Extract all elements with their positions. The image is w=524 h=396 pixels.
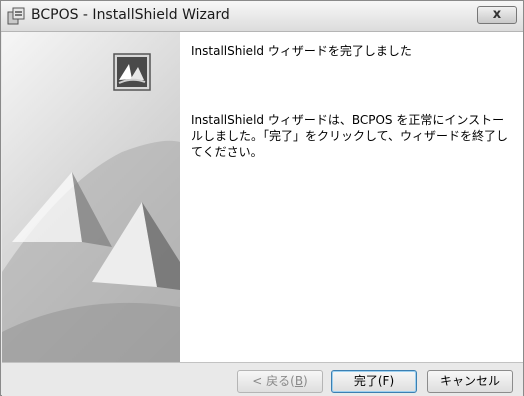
wizard-footer: < 戻る(B) 完了(F) キャンセル — [2, 362, 523, 396]
cancel-button-label: キャンセル — [439, 374, 500, 388]
close-icon: x — [492, 7, 502, 22]
title-bar[interactable]: BCPOS - InstallShield Wizard x — [1, 1, 523, 32]
installer-app-icon — [7, 7, 25, 25]
back-button-label-prefix: < 戻る( — [252, 374, 295, 388]
installshield-window: BCPOS - InstallShield Wizard x InstallSh… — [0, 0, 524, 396]
back-button-label-suffix: ) — [303, 374, 308, 388]
installshield-logo-icon — [113, 53, 151, 91]
completion-heading: InstallShield ウィザードを完了しました — [191, 44, 412, 58]
banner-artwork — [2, 140, 180, 362]
wizard-content-panel: InstallShield ウィザードを完了しました InstallShield… — [180, 32, 523, 362]
cancel-button[interactable]: キャンセル — [427, 370, 513, 393]
finish-button[interactable]: 完了(F) — [331, 370, 417, 393]
window-title: BCPOS - InstallShield Wizard — [31, 7, 230, 23]
wizard-side-banner — [2, 32, 180, 362]
finish-button-label: 完了(F) — [353, 374, 395, 388]
close-button[interactable]: x — [477, 6, 517, 24]
completion-message: InstallShield ウィザードは、BCPOS を正常にインストールしまし… — [191, 113, 509, 159]
back-button[interactable]: < 戻る(B) — [237, 370, 323, 393]
back-button-mnemonic: B — [294, 374, 304, 388]
